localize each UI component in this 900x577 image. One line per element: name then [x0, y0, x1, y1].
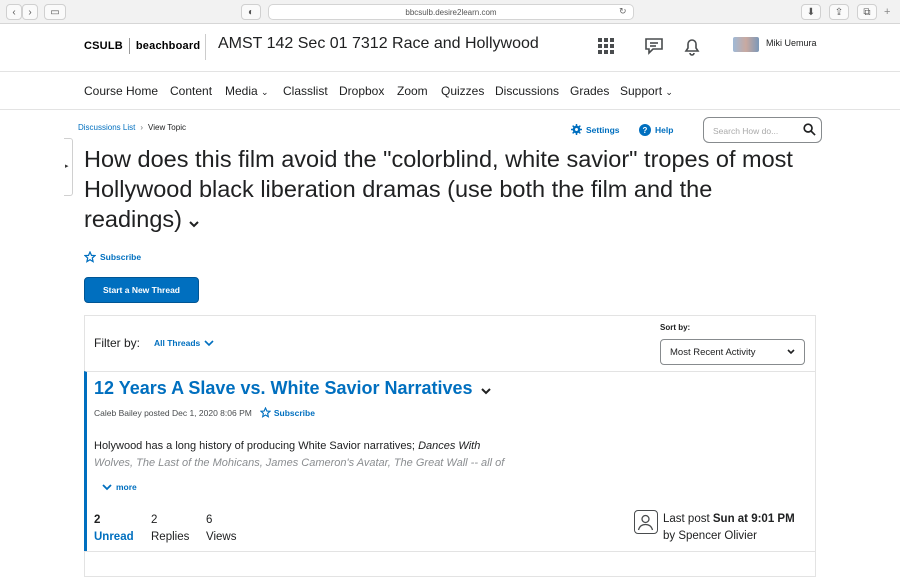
replies-stat: 2 Replies	[151, 512, 189, 546]
help-label: Help	[655, 125, 674, 135]
views-label: Views	[206, 531, 237, 543]
chevron-down-icon[interactable]	[188, 206, 200, 236]
chevron-right-icon: ▸	[65, 163, 69, 170]
breadcrumb-current: View Topic	[148, 123, 186, 132]
nav-quizzes[interactable]: Quizzes	[441, 84, 484, 98]
star-icon	[259, 407, 271, 418]
star-icon	[84, 251, 96, 263]
replies-label: Replies	[151, 531, 190, 543]
chevron-down-icon[interactable]	[480, 383, 492, 401]
svg-text:?: ?	[643, 126, 648, 135]
search-icon[interactable]	[803, 123, 816, 141]
nav-grades[interactable]: Grades	[570, 84, 609, 98]
nav-support-label: Support	[620, 84, 663, 98]
search-placeholder: Search How do...	[713, 126, 779, 136]
subscribe-thread-label: Subscribe	[273, 407, 315, 418]
nav-discussions[interactable]: Discussions	[495, 84, 559, 98]
excerpt-faded-line: Wolves, The Last of the Mohicans, James …	[94, 457, 505, 469]
filter-dropdown[interactable]: All Threads	[154, 338, 214, 348]
reload-icon[interactable]: ↻	[619, 6, 627, 17]
start-new-thread-button[interactable]: Start a New Thread	[84, 277, 199, 303]
user-profile-icon	[634, 510, 658, 534]
help-icon: ?	[639, 124, 651, 136]
messages-icon[interactable]	[642, 34, 666, 58]
more-label: more	[116, 482, 137, 492]
filter-value: All Threads	[154, 338, 201, 348]
divider	[84, 551, 816, 552]
course-selector-icon[interactable]	[594, 34, 618, 58]
gear-icon	[571, 124, 582, 135]
breadcrumb-separator: ›	[140, 123, 144, 132]
subscribe-label: Subscribe	[100, 252, 142, 262]
sort-label: Sort by:	[660, 323, 691, 332]
help-button[interactable]: ? Help	[639, 124, 673, 136]
sidebar-icon[interactable]: ▭	[44, 4, 66, 20]
excerpt-italic: Dances With	[418, 440, 481, 452]
settings-button[interactable]: Settings	[571, 124, 620, 135]
chevron-down-icon	[786, 346, 796, 359]
chevron-down-icon	[204, 340, 214, 347]
tabs-icon[interactable]: ⧉	[857, 4, 877, 20]
download-icon[interactable]: ⬇	[801, 4, 821, 20]
logo-right-text: beachboard	[135, 39, 201, 52]
privacy-icon[interactable]: ◐	[241, 4, 261, 20]
page-title: How does this film avoid the "colorblind…	[84, 144, 804, 236]
chevron-down-icon: ⌄	[261, 87, 269, 97]
unread-label: Unread	[94, 531, 134, 543]
chevron-down-icon	[102, 484, 112, 491]
nav-content[interactable]: Content	[170, 84, 212, 98]
last-post-time: Sun at 9:01 PM	[712, 513, 795, 525]
breadcrumb: Discussions List › View Topic	[78, 123, 186, 132]
minibar: CSULB beachboard AMST 142 Sec 01 7312 Rac…	[0, 24, 900, 72]
thread-excerpt: Holywood has a long history of producing…	[94, 438, 534, 472]
sort-select[interactable]: Most Recent Activity	[660, 339, 805, 365]
chevron-down-icon: ⌄	[665, 87, 673, 97]
subscribe-topic-button[interactable]: Subscribe	[84, 251, 141, 263]
sort-value: Most Recent Activity	[670, 347, 756, 358]
settings-label: Settings	[586, 124, 620, 135]
address-bar[interactable]: bbcsulb.desire2learn.com	[268, 4, 634, 20]
thread-meta: Caleb Bailey posted Dec 1, 2020 8:06 PM …	[94, 407, 315, 418]
breadcrumb-discussions-list[interactable]: Discussions List	[78, 123, 135, 132]
course-title[interactable]: AMST 142 Sec 01 7312 Race and Hollywood	[218, 35, 539, 53]
address-bar-url: bbcsulb.desire2learn.com	[405, 7, 497, 17]
nav-support[interactable]: Support ⌄	[620, 84, 673, 98]
back-icon[interactable]: ‹	[6, 4, 22, 20]
subscribe-thread-button[interactable]: Subscribe	[259, 407, 315, 418]
unread-count: 2	[94, 514, 101, 526]
browser-toolbar: ‹ › ▭ ◐ bbcsulb.desire2learn.com ↻ ⬇ ⇪ ⧉…	[0, 0, 900, 24]
institution-logo[interactable]: CSULB beachboard	[84, 38, 200, 54]
notifications-bell-icon[interactable]	[680, 34, 704, 58]
divider	[205, 34, 206, 60]
course-navbar: Course Home Content Media ⌄ Classlist Dr…	[0, 72, 900, 110]
nav-dropbox[interactable]: Dropbox	[339, 84, 384, 98]
user-name[interactable]: Miki Uemura	[766, 38, 817, 48]
views-count: 6	[206, 514, 213, 526]
new-tab-icon[interactable]: +	[884, 6, 890, 18]
side-panel-toggle[interactable]: ▸	[64, 138, 73, 196]
last-post-prefix: Last post	[663, 513, 713, 525]
excerpt-text: Holywood has a long history of producing…	[94, 440, 419, 452]
replies-count: 2	[151, 514, 158, 526]
avatar[interactable]	[733, 37, 759, 52]
share-icon[interactable]: ⇪	[829, 4, 849, 20]
more-button[interactable]: more	[102, 482, 137, 492]
views-stat: 6 Views	[206, 512, 236, 546]
forward-icon[interactable]: ›	[22, 4, 38, 20]
nav-media-label: Media	[225, 84, 258, 98]
last-post-author: by Spencer Olivier	[663, 530, 757, 542]
search-input[interactable]: Search How do...	[703, 117, 822, 143]
nav-zoom[interactable]: Zoom	[397, 84, 428, 98]
unread-stat[interactable]: 2 Unread	[94, 512, 134, 546]
nav-media[interactable]: Media ⌄	[225, 84, 269, 98]
nav-course-home[interactable]: Course Home	[84, 84, 158, 98]
thread-title-link[interactable]: 12 Years A Slave vs. White Savior Narrat…	[94, 378, 473, 399]
thread-author-line: Caleb Bailey posted Dec 1, 2020 8:06 PM	[94, 407, 252, 418]
filter-label: Filter by:	[94, 336, 141, 350]
last-post-info: Last post Sun at 9:01 PM by Spencer Oliv…	[663, 511, 795, 545]
nav-classlist[interactable]: Classlist	[283, 84, 328, 98]
logo-left-text: CSULB	[84, 39, 123, 52]
